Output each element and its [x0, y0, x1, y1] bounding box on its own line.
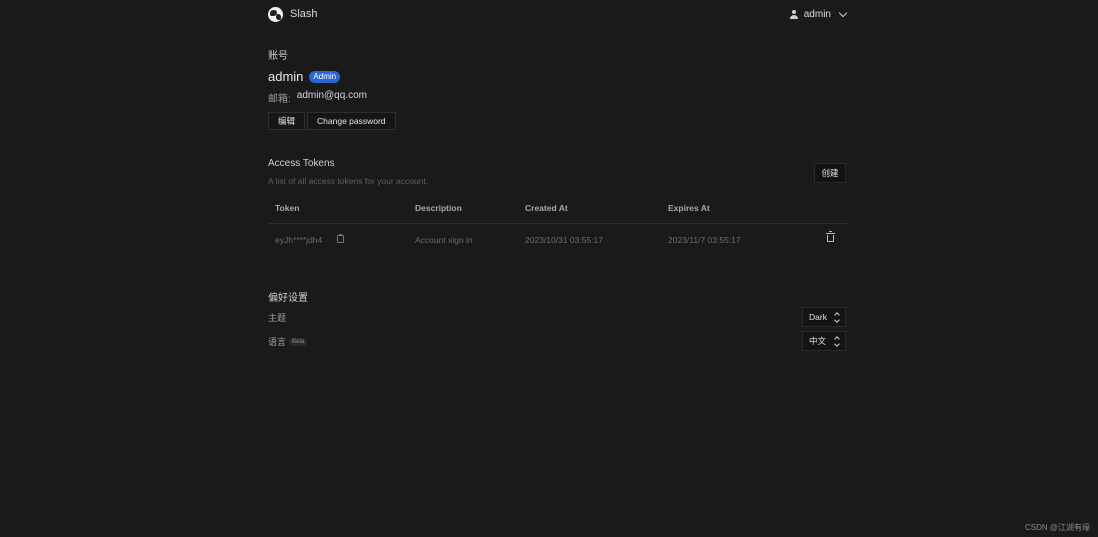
- chevron-down-icon: [838, 8, 848, 17]
- email-label: 邮箱:: [268, 94, 291, 105]
- page: Slash admin 账号 admin Admin 邮箱: admin@qq.…: [0, 0, 1098, 537]
- table-row: eyJh****jdh4 Account sign in 2023/10/31 …: [268, 231, 848, 249]
- access-tokens-title: Access Tokens: [268, 158, 335, 169]
- email-row: 邮箱: admin@qq.com: [268, 90, 367, 105]
- email-value: admin@qq.com: [296, 90, 367, 101]
- slash-logo-icon: [268, 6, 283, 22]
- username: admin: [268, 69, 304, 84]
- tokens-table-header: Token Description Created At Expires At: [268, 203, 848, 224]
- trash-icon[interactable]: [826, 231, 835, 242]
- account-actions: 编辑 Change password: [268, 112, 396, 130]
- language-select-value: 中文: [809, 336, 827, 346]
- username-row: admin Admin: [268, 69, 341, 84]
- language-label-text: 语言: [268, 337, 287, 347]
- access-tokens-description: A list of all access tokens for your acc…: [268, 176, 429, 186]
- user-menu-name: admin: [803, 8, 831, 20]
- language-select[interactable]: 中文: [802, 331, 846, 351]
- theme-label-text: 主题: [268, 313, 287, 323]
- token-created-at: 2023/10/31 03:55:17: [525, 235, 603, 245]
- change-password-button[interactable]: Change password: [307, 112, 396, 130]
- user-icon: [790, 9, 799, 19]
- theme-select-value: Dark: [809, 312, 827, 322]
- select-arrows-icon: [835, 337, 839, 346]
- theme-label: 主题: [268, 311, 286, 324]
- edit-button[interactable]: 编辑: [268, 112, 306, 130]
- brand[interactable]: Slash: [268, 6, 318, 22]
- role-badge: Admin: [309, 70, 341, 83]
- theme-select[interactable]: Dark: [802, 307, 846, 327]
- beta-badge: Beta: [289, 337, 308, 346]
- create-token-button[interactable]: 创建: [814, 163, 846, 183]
- account-section-title: 账号: [268, 51, 288, 62]
- token-description: Account sign in: [415, 235, 473, 245]
- copy-icon[interactable]: [337, 234, 344, 243]
- user-menu-button[interactable]: admin: [790, 8, 848, 20]
- token-expires-at: 2023/11/7 03:55:17: [668, 235, 741, 245]
- column-header-created-at: Created At: [525, 203, 568, 213]
- watermark: CSDN @江湖有缘: [1024, 523, 1090, 532]
- select-arrows-icon: [835, 313, 839, 322]
- token-value: eyJh****jdh4: [275, 235, 323, 245]
- column-header-token: Token: [275, 203, 300, 213]
- column-header-expires-at: Expires At: [668, 203, 710, 213]
- language-label: 语言 Beta: [268, 335, 308, 348]
- top-header: Slash admin: [268, 0, 848, 28]
- column-header-description: Description: [415, 203, 462, 213]
- brand-name: Slash: [290, 8, 318, 20]
- preferences-title: 偏好设置: [268, 293, 308, 304]
